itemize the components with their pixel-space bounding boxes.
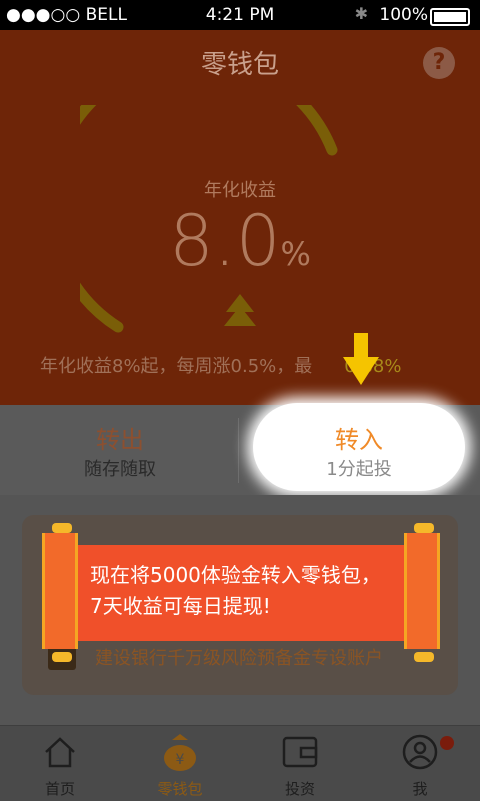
wallet-icon: ¥ — [164, 734, 196, 771]
scroll-cap-icon — [414, 652, 434, 662]
battery-icon — [430, 8, 470, 26]
yield-unit: % — [280, 235, 311, 273]
transfer-out-button[interactable]: 转出 — [0, 420, 240, 455]
battery-percent: 100% — [379, 5, 428, 25]
notification-badge — [440, 736, 454, 750]
tab-label: 我 — [412, 780, 428, 798]
tab-label: 首页 — [44, 780, 75, 798]
arrow-down-icon — [343, 333, 379, 385]
scroll-roller-left — [42, 533, 78, 649]
page-title: 零钱包 — [200, 50, 279, 80]
gauge-value: 8.0% — [0, 200, 480, 282]
banner-text: 现在将5000体验金转入零钱包，7天收益可每日提现! — [90, 563, 381, 618]
transfer-out-subtitle: 随存随取 — [84, 459, 156, 480]
scroll-cap-icon — [52, 652, 72, 662]
scroll-cap-icon — [414, 523, 434, 533]
home-icon — [45, 737, 75, 768]
gauge-label: 年化收益 — [204, 180, 276, 201]
tab-home[interactable]: 首页 — [0, 730, 120, 798]
bluetooth-icon: ✱ — [354, 4, 368, 23]
tab-label: 零钱包 — [157, 780, 203, 798]
tab-wallet[interactable]: ¥ 零钱包 — [120, 730, 240, 798]
svg-text:¥: ¥ — [176, 752, 185, 768]
invest-icon — [282, 736, 318, 768]
tab-me[interactable]: 我 — [360, 730, 480, 798]
profile-icon — [402, 734, 438, 770]
tab-invest[interactable]: 投资 — [240, 730, 360, 798]
status-bar: ●●●○○ BELL 4:21 PM ✱ 100% — [0, 0, 480, 30]
scroll-roller-right — [404, 533, 440, 649]
transfer-in-button[interactable]: 转入 — [253, 420, 465, 455]
transfer-in-subtitle: 1分起投 — [326, 459, 392, 480]
tab-label: 投资 — [284, 780, 315, 798]
bank-guarantee-text: 建设银行千万级风险预备金专设账户 — [95, 648, 383, 669]
yield-number: 8.0 — [169, 200, 281, 282]
scroll-cap-icon — [52, 523, 72, 533]
help-button[interactable]: ? — [423, 47, 455, 79]
promo-prefix: 年化收益8%起，每周涨0.5%，最 — [40, 356, 313, 377]
rising-arrow-icon — [224, 294, 256, 326]
